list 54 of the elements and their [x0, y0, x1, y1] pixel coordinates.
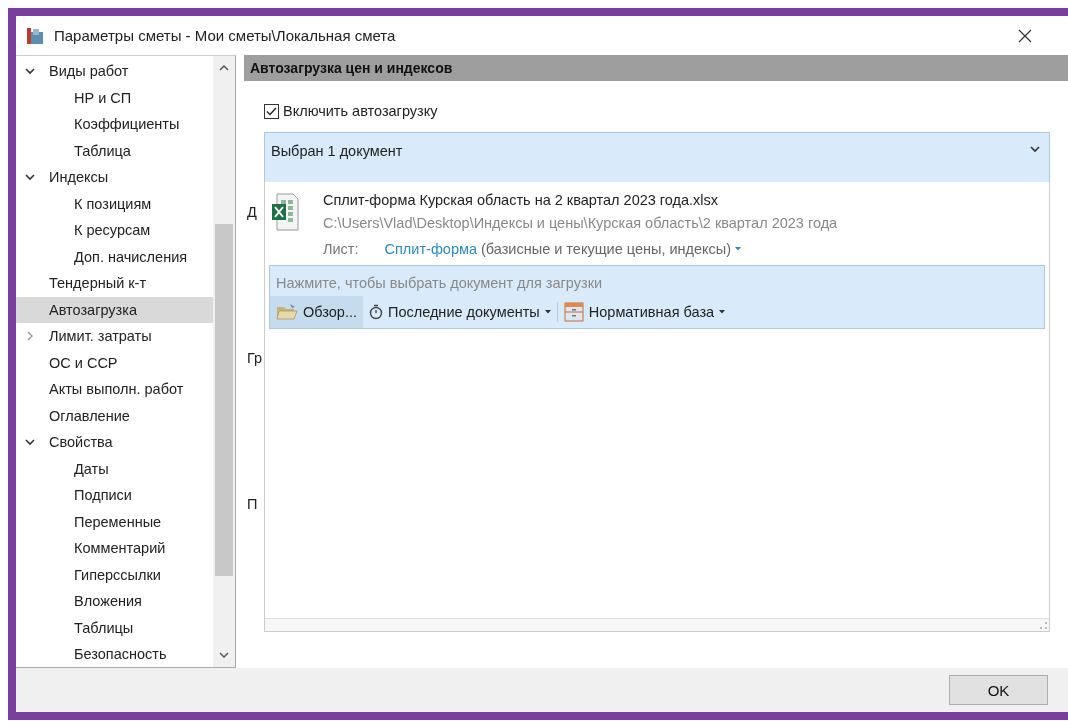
tree-item[interactable]: Даты	[16, 455, 213, 482]
toolbar-button[interactable]: Последние документы	[362, 296, 557, 328]
sheet-caret-icon[interactable]	[735, 247, 742, 251]
scroll-down-icon[interactable]	[218, 649, 230, 661]
tree-item[interactable]: Безопасность	[16, 641, 213, 668]
tree-item[interactable]: Оглавление	[16, 402, 213, 429]
tree-item[interactable]: Тендерный к-т	[16, 270, 213, 297]
sheet-description: (базисные и текущие цены, индексы)	[481, 241, 732, 257]
tree-item[interactable]: Автозагрузка	[16, 296, 213, 323]
tree-item[interactable]: Переменные	[16, 508, 213, 535]
spreadsheet-icon	[271, 192, 299, 232]
tree-item[interactable]: Свойства	[16, 429, 213, 456]
cabinet-icon	[563, 302, 584, 322]
document-picker[interactable]: Нажмите, чтобы выбрать документ для загрузки Обзор... Последние документы Нормативная база	[269, 265, 1045, 329]
checkbox-label: Включить автозагрузку	[283, 103, 438, 119]
caret-icon	[544, 310, 551, 314]
field-label: Гр	[247, 350, 264, 366]
window-title: Параметры сметы - Мои сметы\Локальная смета	[54, 27, 397, 44]
tree-item[interactable]: Доп. начисления	[16, 243, 213, 270]
field-label: П	[247, 496, 259, 512]
tree-item[interactable]: Вложения	[16, 588, 213, 615]
tree-item[interactable]: Подписи	[16, 482, 213, 509]
toolbar-button[interactable]: Нормативная база	[557, 296, 732, 328]
stopwatch-icon	[368, 304, 383, 320]
tree-item[interactable]: Индексы	[16, 164, 213, 191]
tree-item[interactable]: Гиперссылки	[16, 561, 213, 588]
tree-item[interactable]: Акты выполн. работ	[16, 376, 213, 403]
picker-hint: Нажмите, чтобы выбрать документ для загрузки	[275, 274, 604, 293]
dropdown-chevron-icon[interactable]	[1029, 143, 1041, 155]
sheet-link[interactable]: Сплит-форма	[384, 241, 477, 257]
file-name: Сплит-форма Курская область на 2 квартал 2023 года.xlsx	[323, 192, 720, 208]
tree-item[interactable]: НР и СП	[16, 84, 213, 111]
ok-button[interactable]: OK	[949, 675, 1048, 705]
app-icon	[26, 25, 46, 46]
tree-item[interactable]: К позициям	[16, 190, 213, 217]
file-path: C:\Users\Vlad\Desktop\Индексы и цены\Курская область\2 квартал 2023 года	[323, 215, 838, 231]
checkbox[interactable]	[264, 103, 279, 119]
folder-icon	[276, 303, 298, 321]
scrollbar[interactable]	[213, 56, 235, 667]
resize-grip-icon[interactable]	[1040, 622, 1047, 629]
caret-icon	[719, 310, 726, 314]
tree-item[interactable]: Таблица	[16, 137, 213, 164]
close-icon[interactable]	[1018, 28, 1032, 43]
tree-item[interactable]: Комментарий	[16, 535, 213, 562]
sheet-label: Лист:	[323, 241, 359, 257]
tree-item[interactable]: Виды работ	[16, 58, 213, 85]
toolbar-button[interactable]: Обзор...	[270, 296, 363, 328]
tree-item[interactable]: Коэффициенты	[16, 111, 213, 138]
tree-item[interactable]: Лимит. затраты	[16, 323, 213, 350]
field-label: Д	[247, 204, 258, 220]
section-header: Автозагрузка цен и индексов	[244, 55, 1068, 81]
tree-item[interactable]: ОС и ССР	[16, 349, 213, 376]
tree-item[interactable]: К ресурсам	[16, 217, 213, 244]
tree-item[interactable]: Таблицы	[16, 614, 213, 641]
